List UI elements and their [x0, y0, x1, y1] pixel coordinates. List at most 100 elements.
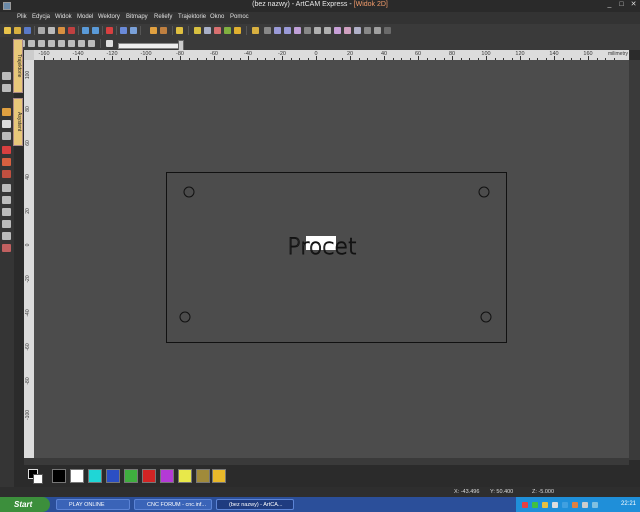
menu-widok[interactable]: Widok [55, 14, 72, 20]
volume-icon[interactable] [582, 502, 588, 508]
menu-plik[interactable]: Plik [17, 14, 27, 20]
scale-icon[interactable] [150, 27, 157, 34]
settings-icon[interactable] [374, 27, 381, 34]
tray-icon-5[interactable] [562, 502, 568, 508]
secondary-color-swatch[interactable] [33, 474, 43, 484]
menu-model[interactable]: Model [77, 14, 93, 20]
circle-icon[interactable] [2, 208, 11, 216]
relief-icon[interactable] [252, 27, 259, 34]
transform-icon[interactable] [2, 132, 11, 140]
swatch-cyan[interactable] [88, 469, 102, 483]
node-edit-icon[interactable] [2, 120, 11, 128]
zoom-in-icon[interactable] [314, 27, 321, 34]
tray-icon-4[interactable] [552, 502, 558, 508]
offset-icon[interactable] [224, 27, 231, 34]
smooth-icon[interactable] [214, 27, 221, 34]
minimize-button[interactable]: _ [605, 1, 614, 9]
save-icon[interactable] [24, 27, 31, 34]
zoom-box-icon[interactable] [38, 40, 45, 47]
bitmap-icon[interactable] [334, 27, 341, 34]
tab-trajektorie[interactable]: Trajektorie [13, 39, 23, 93]
tray-icon-6[interactable] [572, 502, 578, 508]
select-tool-icon[interactable] [2, 108, 11, 116]
swatch-green[interactable] [124, 469, 138, 483]
align-icon[interactable] [294, 27, 301, 34]
menu-reliefy[interactable]: Reliefy [154, 14, 172, 20]
swatch-yellow[interactable] [178, 469, 192, 483]
distribute-icon[interactable] [304, 27, 311, 34]
crop-icon[interactable] [364, 27, 371, 34]
close-button[interactable]: ✕ [629, 1, 638, 9]
menu-bitmapy[interactable]: Bitmapy [126, 14, 148, 20]
blend-slider[interactable] [118, 43, 184, 49]
swatch-red[interactable] [142, 469, 156, 483]
globe-icon[interactable] [2, 84, 11, 92]
menu-edycja[interactable]: Edycja [32, 14, 50, 20]
tray-icon-3[interactable] [542, 502, 548, 508]
snap-icon[interactable] [78, 40, 85, 47]
menu-okno[interactable]: Okno [210, 14, 224, 20]
swatch-black[interactable] [52, 469, 66, 483]
zoom-out-icon[interactable] [324, 27, 331, 34]
hole-top-left[interactable] [183, 186, 195, 198]
arc-icon[interactable] [2, 232, 11, 240]
zoom-previous-icon[interactable] [58, 40, 65, 47]
pan-icon[interactable] [48, 40, 55, 47]
color-toggle-icon[interactable] [106, 40, 113, 47]
polyline-icon[interactable] [2, 184, 11, 192]
hole-top-right[interactable] [478, 186, 490, 198]
task-play-online[interactable]: PLAY ONLINE [56, 499, 130, 510]
vector-icon[interactable] [194, 27, 201, 34]
task-cnc-forum[interactable]: CNC FORUM - cnc.inf... [134, 499, 212, 510]
redo-icon[interactable] [92, 27, 99, 34]
fill-icon[interactable] [354, 27, 361, 34]
weld-icon[interactable] [234, 27, 241, 34]
rectangle-icon[interactable] [2, 196, 11, 204]
task-artcam[interactable]: (bez nazwy) - ArtCA... [216, 499, 294, 510]
new-file-icon[interactable] [4, 27, 11, 34]
rotate-icon[interactable] [160, 27, 167, 34]
color-icon[interactable] [344, 27, 351, 34]
swatch-purple[interactable] [160, 469, 174, 483]
tray-icon-1[interactable] [522, 502, 528, 508]
guides-icon[interactable] [88, 40, 95, 47]
undo-icon[interactable] [82, 27, 89, 34]
tab-asystent[interactable]: Asystent [13, 98, 23, 146]
brush-icon[interactable] [2, 158, 11, 166]
delete-icon[interactable] [68, 27, 75, 34]
swatch-gold[interactable] [212, 469, 226, 483]
arrow-icon[interactable] [120, 27, 127, 34]
open-folder-icon[interactable] [14, 27, 21, 34]
text-icon[interactable] [176, 27, 183, 34]
horizontal-scrollbar[interactable] [24, 458, 629, 465]
text-tool-icon[interactable] [2, 244, 11, 252]
copy-icon[interactable] [48, 27, 55, 34]
zoom-fit-icon[interactable] [28, 40, 35, 47]
polygon-icon[interactable] [2, 220, 11, 228]
tray-icon-2[interactable] [532, 502, 538, 508]
design-canvas[interactable]: Procet [34, 60, 629, 458]
pencil-icon[interactable] [2, 146, 11, 154]
swatch-white[interactable] [70, 469, 84, 483]
swatch-olive[interactable] [196, 469, 210, 483]
project-icon[interactable] [2, 72, 11, 80]
menu-wektory[interactable]: Wektory [98, 14, 120, 20]
grid-icon[interactable] [68, 40, 75, 47]
magic-icon[interactable] [106, 27, 113, 34]
eraser-icon[interactable] [2, 170, 11, 178]
hole-bottom-left[interactable] [179, 311, 191, 323]
swatch-blue[interactable] [106, 469, 120, 483]
node-icon[interactable] [204, 27, 211, 34]
menu-pomoc[interactable]: Pomoc [230, 14, 249, 20]
canvas-text-vector[interactable]: Procet [287, 235, 357, 261]
start-button[interactable]: Start [0, 497, 50, 512]
mirror-icon[interactable] [130, 27, 137, 34]
extra-icon[interactable] [384, 27, 391, 34]
hole-bottom-right[interactable] [480, 311, 492, 323]
layer-icon[interactable] [264, 27, 271, 34]
group-icon[interactable] [274, 27, 281, 34]
ungroup-icon[interactable] [284, 27, 291, 34]
menu-trajektorie[interactable]: Trajektorie [178, 14, 206, 20]
maximize-button[interactable]: □ [617, 1, 626, 9]
paste-icon[interactable] [58, 27, 65, 34]
